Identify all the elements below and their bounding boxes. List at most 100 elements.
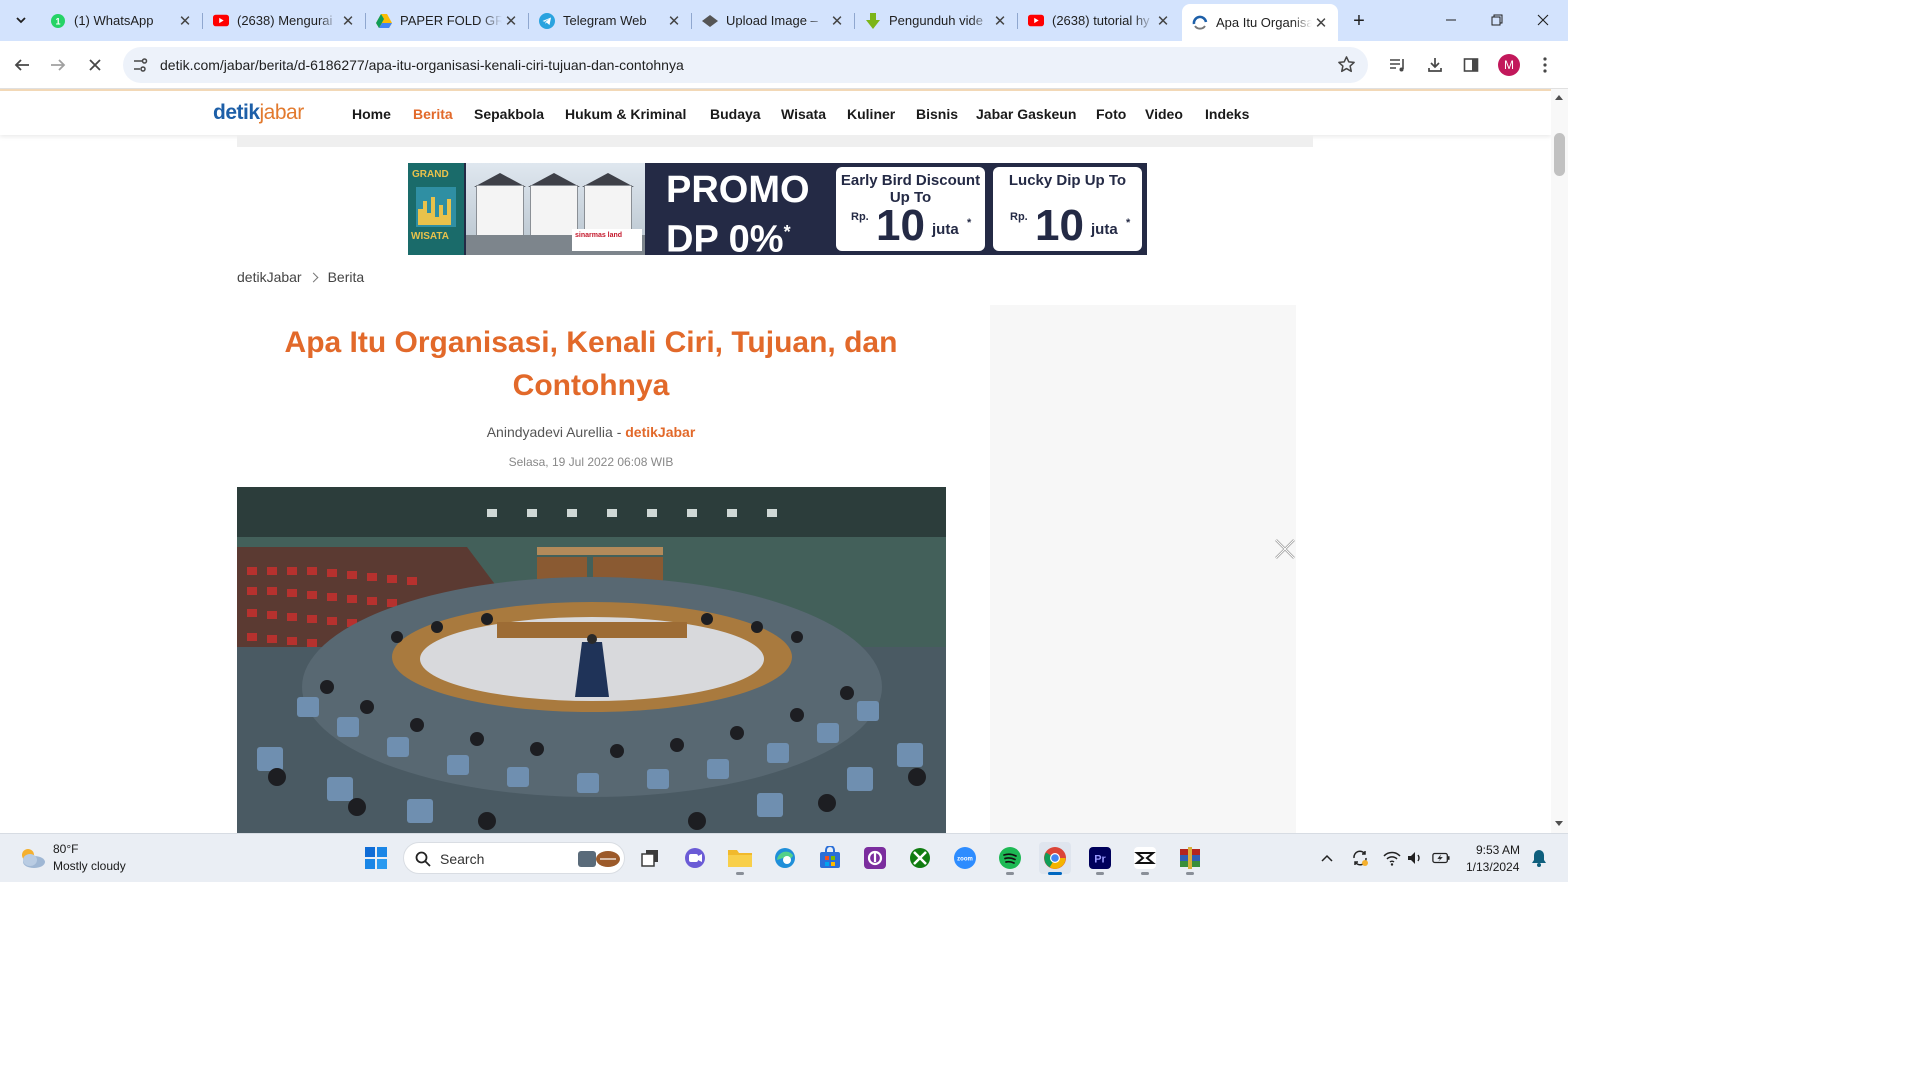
active-indicator	[1048, 872, 1062, 875]
url-text[interactable]: detik.com/jabar/berita/d-6186277/apa-itu…	[160, 57, 684, 73]
profile-avatar[interactable]: M	[1498, 54, 1520, 76]
author-name[interactable]: Anindyadevi Aurellia	[487, 424, 613, 440]
restore-button[interactable]	[1474, 0, 1520, 40]
detik-icon	[1192, 15, 1208, 31]
house-photo: sinarmas land	[466, 163, 645, 255]
nav-foto[interactable]: Foto	[1096, 106, 1126, 122]
site-logo[interactable]: detikjabar	[213, 101, 304, 125]
wifi-tray-button[interactable]	[1383, 849, 1401, 867]
app-button[interactable]	[859, 842, 891, 874]
xbox-button[interactable]	[904, 842, 936, 874]
page-scrollbar[interactable]	[1551, 89, 1568, 833]
close-tab-icon[interactable]: ✕	[665, 12, 683, 30]
close-icon	[1537, 14, 1549, 26]
close-tab-icon[interactable]: ✕	[828, 12, 846, 30]
nav-budaya[interactable]: Budaya	[710, 106, 761, 122]
scroll-up-arrow[interactable]	[1555, 95, 1563, 100]
address-bar[interactable]: detik.com/jabar/berita/d-6186277/apa-itu…	[123, 47, 1368, 83]
nav-berita[interactable]: Berita	[413, 106, 453, 122]
developer-logo: sinarmas land	[572, 229, 642, 251]
store-button[interactable]	[814, 842, 846, 874]
winrar-button[interactable]	[1174, 842, 1206, 875]
tab-whatsapp[interactable]: 1 (1) WhatsApp ✕	[40, 6, 203, 35]
breadcrumb-section[interactable]: Berita	[328, 269, 365, 285]
nav-sepakbola[interactable]: Sepakbola	[474, 106, 544, 122]
close-icon	[1275, 539, 1295, 559]
scroll-down-arrow[interactable]	[1555, 821, 1563, 826]
meet-button[interactable]	[679, 842, 711, 874]
weather-temperature[interactable]: 80°F	[53, 842, 78, 856]
forward-button[interactable]	[44, 51, 72, 79]
task-view-button[interactable]	[634, 842, 666, 874]
close-window-button[interactable]	[1520, 0, 1566, 40]
minimize-button[interactable]	[1428, 0, 1474, 40]
nav-jabar-gaskeun[interactable]: Jabar Gaskeun	[976, 106, 1076, 122]
spotify-button[interactable]	[994, 842, 1026, 875]
weather-description[interactable]: Mostly cloudy	[53, 859, 126, 873]
close-tab-icon[interactable]: ✕	[1154, 12, 1172, 30]
unit-asterisk: *	[967, 217, 972, 229]
capcut-button[interactable]	[1129, 842, 1161, 875]
taskbar-search-box[interactable]: Search	[403, 842, 625, 874]
nav-video[interactable]: Video	[1145, 106, 1183, 122]
breadcrumb: detikJabar Berita	[237, 269, 364, 285]
tab-upload-image[interactable]: Upload Image – ✕	[692, 6, 855, 35]
search-icon	[415, 851, 431, 867]
battery-tray-button[interactable]	[1432, 849, 1450, 867]
tab-video-downloader[interactable]: Pengunduh vide ✕	[855, 6, 1018, 35]
xbox-icon	[910, 848, 930, 868]
site-info-icon[interactable]	[131, 56, 149, 79]
start-button[interactable]	[360, 842, 392, 874]
side-panel-button[interactable]	[1457, 51, 1485, 79]
sync-tray-button[interactable]	[1351, 849, 1369, 867]
premiere-button[interactable]: Pr	[1084, 842, 1116, 875]
back-button[interactable]	[8, 51, 36, 79]
close-tab-icon[interactable]: ✕	[991, 12, 1009, 30]
show-hidden-icons-button[interactable]	[1318, 849, 1336, 867]
nav-home[interactable]: Home	[352, 106, 391, 122]
close-tab-icon[interactable]: ✕	[176, 12, 194, 30]
nav-hukum-kriminal[interactable]: Hukum & Kriminal	[565, 106, 686, 122]
chrome-button[interactable]	[1039, 842, 1071, 875]
zoom-button[interactable]: zoom	[949, 842, 981, 874]
nav-bisnis[interactable]: Bisnis	[916, 106, 958, 122]
stop-loading-button[interactable]	[81, 51, 109, 79]
close-icon	[89, 59, 101, 71]
downloads-button[interactable]	[1421, 51, 1449, 79]
browser-menu-button[interactable]	[1531, 51, 1559, 79]
edge-button[interactable]	[769, 842, 801, 874]
close-tab-icon[interactable]: ✕	[502, 12, 520, 30]
file-explorer-button[interactable]	[724, 842, 756, 875]
tab-search-button[interactable]	[8, 7, 34, 33]
close-tab-icon[interactable]: ✕	[1312, 14, 1330, 32]
source-name[interactable]: detikJabar	[625, 424, 695, 440]
breadcrumb-home[interactable]: detikJabar	[237, 269, 302, 285]
tab-youtube-mengurai[interactable]: (2638) Mengurai ✕	[203, 6, 366, 35]
web-page: detikjabar Home Berita Sepakbola Hukum &…	[0, 89, 1551, 833]
council-chamber-image	[237, 487, 946, 833]
clock-date[interactable]: 1/13/2024	[1466, 860, 1519, 874]
article-photo[interactable]	[237, 487, 946, 833]
amount-unit: juta	[1091, 221, 1118, 238]
scrollbar-thumb[interactable]	[1554, 133, 1565, 176]
tab-telegram[interactable]: Telegram Web ✕	[529, 6, 692, 35]
bookmark-star-icon[interactable]	[1337, 55, 1356, 79]
upload-icon	[702, 13, 718, 29]
tab-detik-active[interactable]: Apa Itu Organisa ✕	[1182, 4, 1338, 41]
tab-google-drive[interactable]: PAPER FOLD GRE ✕	[366, 6, 529, 35]
nav-kuliner[interactable]: Kuliner	[847, 106, 895, 122]
ad-close-button[interactable]	[1273, 537, 1297, 561]
clock-time[interactable]: 9:53 AM	[1476, 843, 1520, 857]
close-tab-icon[interactable]: ✕	[339, 12, 357, 30]
media-controls-button[interactable]	[1384, 51, 1412, 79]
nav-wisata[interactable]: Wisata	[781, 106, 826, 122]
tab-youtube-tutorial[interactable]: (2638) tutorial hy ✕	[1018, 6, 1180, 35]
promo-line-2: DP 0%	[666, 218, 784, 255]
nav-indeks[interactable]: Indeks	[1205, 106, 1249, 122]
volume-tray-button[interactable]	[1406, 849, 1424, 867]
notifications-button[interactable]	[1530, 849, 1548, 867]
more-vert-icon	[1543, 57, 1547, 73]
new-tab-button[interactable]: +	[1346, 8, 1372, 34]
cloudy-weather-icon[interactable]	[18, 846, 46, 870]
promo-banner-ad[interactable]: GRAND WISATA sinarmas land PROMO DP 0%* …	[408, 163, 1147, 255]
